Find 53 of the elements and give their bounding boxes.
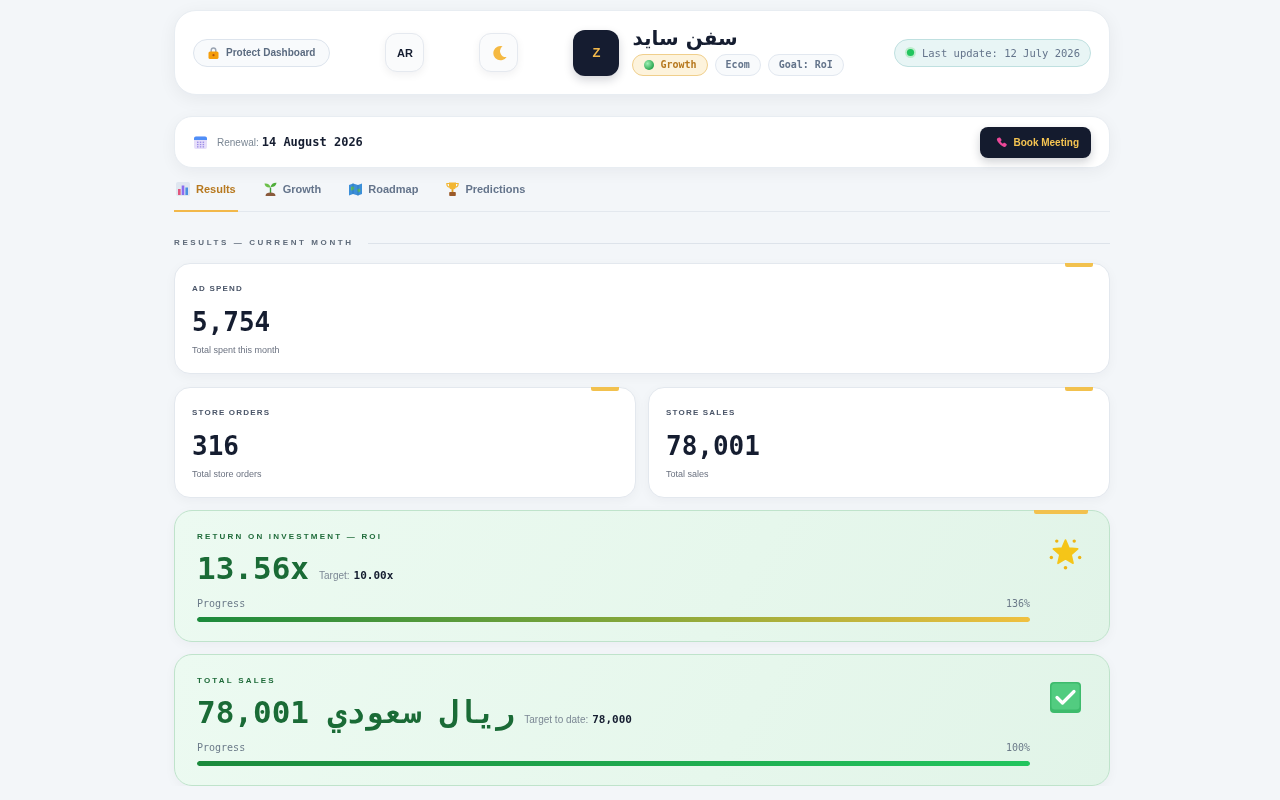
goal-label: TOTAL SALES bbox=[197, 676, 276, 686]
renewal-label: Renewal: bbox=[217, 136, 259, 148]
map-icon bbox=[349, 182, 363, 196]
tab[interactable]: Results bbox=[174, 176, 238, 212]
status-tag: Growth bbox=[632, 53, 708, 76]
stat-caption: Total spent this month bbox=[192, 345, 280, 356]
tab[interactable]: Predictions bbox=[444, 176, 528, 212]
theme-toggle-button[interactable] bbox=[479, 33, 519, 72]
tab[interactable]: Roadmap bbox=[347, 176, 421, 212]
goal-label: RETURN ON INVESTMENT — ROI bbox=[197, 532, 383, 542]
stat-caption: Total sales bbox=[666, 469, 709, 480]
stat-value: 78,001 bbox=[666, 431, 760, 461]
last-update-text: Last update: 12 July 2026 bbox=[921, 46, 1080, 59]
calendar-icon bbox=[194, 135, 207, 149]
accent-stripe bbox=[591, 387, 619, 391]
accent-stripe bbox=[1065, 263, 1093, 267]
tag: Ecom bbox=[714, 53, 761, 76]
book-meeting-button[interactable]: Book Meeting bbox=[980, 126, 1091, 158]
stat-label: STORE ORDERS bbox=[192, 408, 271, 418]
target-value: 78,000 bbox=[592, 713, 632, 726]
tab[interactable]: Growth bbox=[261, 176, 324, 212]
stat-caption: Total store orders bbox=[192, 469, 262, 480]
goal-value: 13.56x bbox=[197, 550, 309, 586]
language-button[interactable]: AR bbox=[385, 33, 425, 72]
target-value: 10.00x bbox=[353, 569, 394, 582]
stat-label: AD SPEND bbox=[192, 284, 243, 294]
glowing-star-icon bbox=[1049, 538, 1082, 571]
progress-reading: 136% bbox=[1005, 598, 1030, 610]
sphere-icon bbox=[644, 59, 655, 70]
progress-label: Progress bbox=[197, 742, 246, 754]
tag: Goal: RoI bbox=[767, 53, 844, 76]
check-mark-icon bbox=[1050, 682, 1081, 713]
section-title: RESULTS — CURRENT MONTH bbox=[174, 238, 354, 248]
target-label: Target: bbox=[319, 570, 350, 581]
bar-chart-icon bbox=[176, 182, 190, 196]
status-dot bbox=[904, 47, 916, 58]
accent-stripe bbox=[1065, 387, 1093, 391]
progress-label: Progress bbox=[197, 598, 246, 610]
stat-value: 5,754 bbox=[192, 307, 271, 337]
crescent-moon-icon bbox=[490, 44, 507, 61]
protect-dashboard-button[interactable]: Protect Dashboard bbox=[193, 38, 331, 67]
client-name: سفن سايد bbox=[632, 25, 738, 50]
accent-stripe bbox=[1034, 510, 1088, 514]
padlock-icon bbox=[208, 46, 219, 59]
target-label: Target to date: bbox=[524, 714, 589, 725]
trophy-icon bbox=[446, 182, 460, 196]
progress-reading: 100% bbox=[1005, 742, 1030, 754]
avatar: Z bbox=[573, 29, 620, 76]
stat-label: STORE SALES bbox=[666, 408, 736, 418]
phone-icon bbox=[996, 136, 1008, 148]
renewal-date: 14 August 2026 bbox=[261, 135, 363, 149]
seedling-icon bbox=[263, 182, 277, 196]
stat-value: 316 bbox=[192, 431, 239, 461]
